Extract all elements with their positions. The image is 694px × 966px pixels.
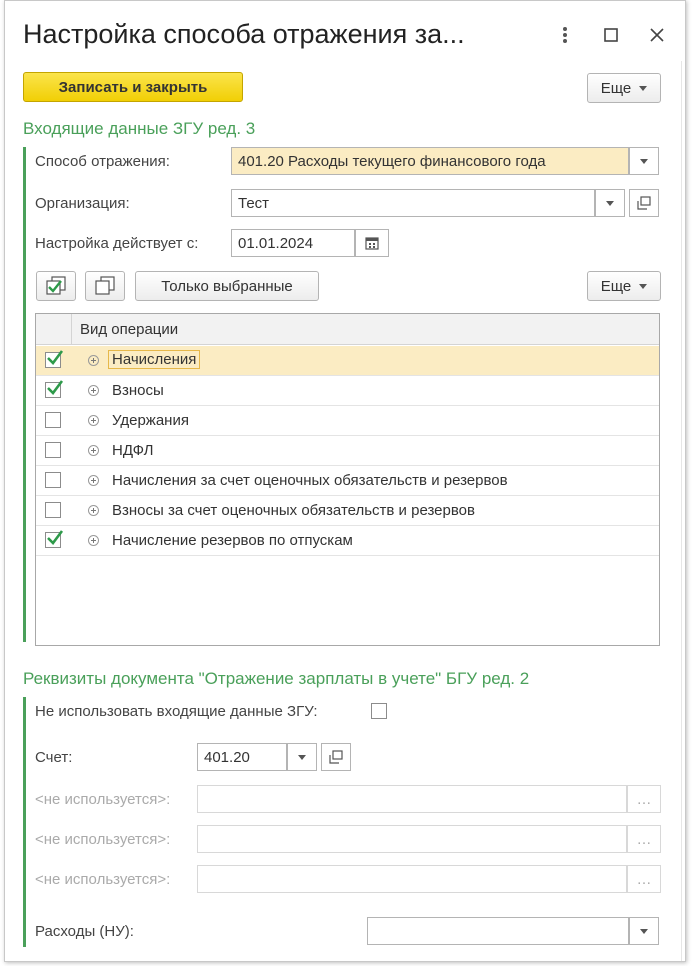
save-and-close-button[interactable]: Записать и закрыть [23, 72, 243, 102]
effective-date-label: Настройка действует с: [35, 235, 199, 252]
expenses-label: Расходы (НУ): [35, 923, 134, 940]
more-actions-icon[interactable] [551, 21, 579, 49]
table-row[interactable]: Начисления за счет оценочных обязательст… [36, 466, 659, 496]
account-dropdown-button[interactable] [287, 743, 317, 771]
table-more-label: Еще [600, 277, 632, 295]
row-checkbox[interactable] [45, 350, 64, 368]
expenses-dropdown-button[interactable] [629, 917, 659, 945]
maximize-icon[interactable] [597, 21, 625, 49]
table-more-button[interactable]: Еще [587, 271, 661, 301]
unused-field-2 [197, 825, 627, 853]
no-incoming-label: Не использовать входящие данные ЗГУ: [35, 703, 318, 720]
row-checkbox[interactable] [45, 502, 61, 518]
settings-dialog: Настройка способа отражения за... Записа… [4, 0, 686, 962]
chevron-down-icon [298, 754, 306, 760]
column-header-operation: Вид операции [80, 321, 179, 338]
check-all-button[interactable] [36, 271, 76, 301]
effective-date-field[interactable]: 01.01.2024 [231, 229, 355, 257]
table-header: Вид операции [36, 314, 659, 345]
row-label: Начисление резервов по отпускам [112, 532, 353, 549]
row-checkbox[interactable] [45, 472, 61, 488]
table-row[interactable]: Начисление резервов по отпускам [36, 526, 659, 556]
check-all-icon [46, 276, 66, 295]
chevron-down-icon [639, 283, 648, 289]
row-label: Удержания [112, 412, 189, 429]
row-label: Начисления за счет оценочных обязательст… [112, 472, 508, 489]
open-form-icon [329, 750, 343, 764]
uncheck-all-button[interactable] [85, 271, 125, 301]
open-form-icon [637, 196, 651, 210]
close-icon[interactable] [643, 21, 671, 49]
more-button[interactable]: Еще [587, 73, 661, 103]
row-label: Начисления [108, 350, 201, 369]
uncheck-all-icon [95, 276, 115, 295]
unused-field-1-label: <не используется>: [35, 791, 171, 808]
expand-plus-icon[interactable] [88, 475, 99, 486]
table-row[interactable]: Начисления [36, 346, 659, 376]
table-row[interactable]: НДФЛ [36, 436, 659, 466]
expand-plus-icon[interactable] [88, 355, 99, 366]
organization-dropdown-button[interactable] [595, 189, 625, 217]
unused-field-3-label: <не используется>: [35, 871, 171, 888]
unused-field-3-select-button: … [627, 865, 661, 893]
table-row[interactable]: Взносы [36, 376, 659, 406]
window-title: Настройка способа отражения за... [23, 19, 465, 49]
expand-plus-icon[interactable] [88, 445, 99, 456]
expand-plus-icon[interactable] [88, 505, 99, 516]
method-dropdown-button[interactable] [629, 147, 659, 175]
table-row[interactable]: Удержания [36, 406, 659, 436]
method-label: Способ отражения: [35, 153, 170, 170]
unused-field-2-select-button: … [627, 825, 661, 853]
organization-label: Организация: [35, 195, 130, 212]
calendar-button[interactable] [355, 229, 389, 257]
unused-field-3 [197, 865, 627, 893]
organization-field[interactable]: Тест [231, 189, 595, 217]
unused-field-1 [197, 785, 627, 813]
row-label: Взносы [112, 382, 164, 399]
expenses-field[interactable] [367, 917, 629, 945]
row-checkbox[interactable] [45, 380, 64, 398]
no-incoming-checkbox[interactable] [371, 703, 387, 719]
organization-open-button[interactable] [629, 189, 659, 217]
row-checkbox[interactable] [45, 412, 61, 428]
section-incoming-data-title: Входящие данные ЗГУ ред. 3 [23, 119, 256, 138]
more-button-label: Еще [600, 79, 632, 97]
expand-plus-icon[interactable] [88, 415, 99, 426]
operations-table[interactable]: Вид операции Начисления Взносы Удержания НД… [35, 313, 660, 646]
row-checkbox[interactable] [45, 442, 61, 458]
section-requisites-bar [23, 697, 26, 947]
only-selected-button[interactable]: Только выбранные [135, 271, 319, 301]
expand-plus-icon[interactable] [88, 535, 99, 546]
account-field[interactable]: 401.20 [197, 743, 287, 771]
row-label: Взносы за счет оценочных обязательств и … [112, 502, 475, 519]
calendar-icon [365, 237, 379, 250]
account-open-button[interactable] [321, 743, 351, 771]
chevron-down-icon [639, 85, 648, 91]
table-row[interactable]: Взносы за счет оценочных обязательств и … [36, 496, 659, 526]
section-incoming-bar [23, 147, 26, 642]
row-checkbox[interactable] [45, 530, 64, 548]
unused-field-1-select-button: … [627, 785, 661, 813]
chevron-down-icon [640, 928, 648, 934]
chevron-down-icon [606, 200, 614, 206]
account-label: Счет: [35, 749, 73, 766]
method-field[interactable]: 401.20 Расходы текущего финансового года [231, 147, 629, 175]
row-label: НДФЛ [112, 442, 154, 459]
section-document-requisites-title: Реквизиты документа "Отражение зарплаты … [23, 669, 530, 688]
expand-plus-icon[interactable] [88, 385, 99, 396]
unused-field-2-label: <не используется>: [35, 831, 171, 848]
chevron-down-icon [640, 158, 648, 164]
